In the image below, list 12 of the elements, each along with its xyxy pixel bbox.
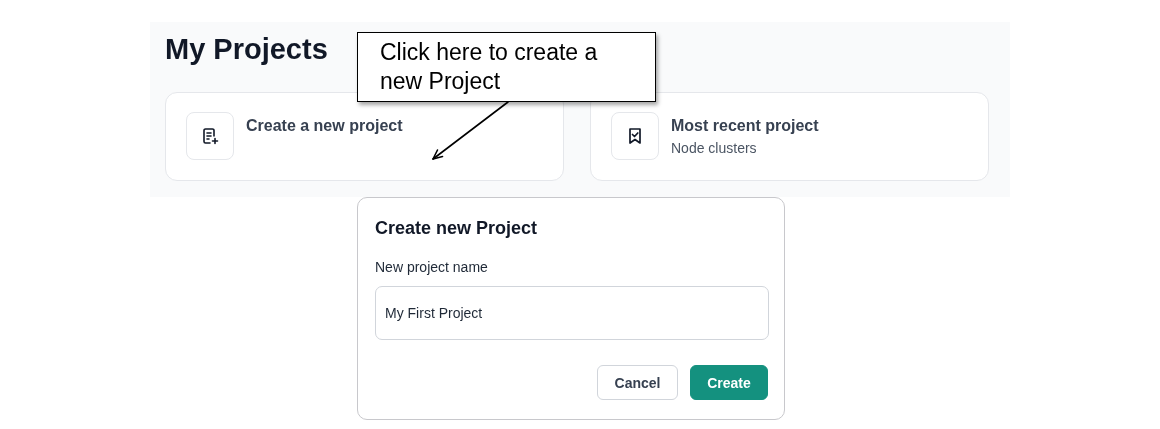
create-button[interactable]: Create: [690, 365, 768, 400]
cancel-button[interactable]: Cancel: [597, 365, 678, 400]
project-card[interactable]: Most recent project Node clusters: [590, 92, 989, 181]
card-title: Create a new project: [246, 116, 403, 136]
card-title: Most recent project: [671, 116, 819, 136]
card-subtitle: Node clusters: [671, 139, 758, 157]
document-plus-icon: [200, 126, 220, 146]
dialog-title: Create new Project: [375, 217, 538, 240]
field-label: New project name: [375, 258, 488, 276]
page-title: My Projects: [165, 32, 328, 66]
project-name-field[interactable]: My First Project: [375, 286, 769, 340]
callout-note: Click here to create a new Project: [357, 32, 656, 102]
